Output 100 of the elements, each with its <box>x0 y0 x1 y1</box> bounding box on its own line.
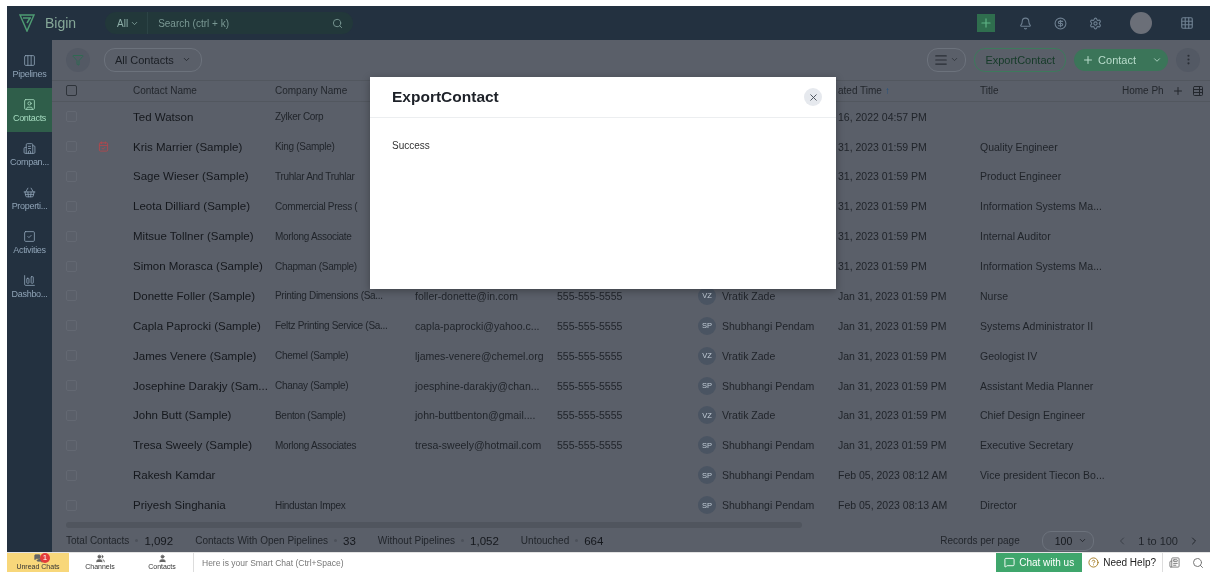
dialog-message: Success <box>392 140 430 151</box>
need-help-button[interactable]: Need Help? <box>1082 553 1163 572</box>
chat-bubbles-icon <box>33 554 43 563</box>
table-cell: Jan 31, 2023 01:59 PM <box>838 409 947 422</box>
contact-name-link[interactable]: James Venere (Sample) <box>133 349 257 362</box>
table-cell: Jan 31, 2023 01:59 PM <box>838 319 947 332</box>
logo-icon <box>19 14 35 32</box>
table-cell: Zylker Corp <box>275 111 324 123</box>
table-cell: ljames-venere@chemel.org <box>415 349 544 362</box>
settings-icon[interactable] <box>1089 16 1102 30</box>
sidebar-item[interactable]: Compan... <box>7 132 52 176</box>
table-cell: Morlong Associates <box>275 439 357 451</box>
select-all-checkbox[interactable] <box>66 85 77 97</box>
search-scope-dropdown[interactable]: All <box>105 12 149 34</box>
coin-icon[interactable] <box>1054 16 1067 30</box>
sidebar-item[interactable]: Activities <box>7 220 52 264</box>
table-cell: Chemel (Sample) <box>275 350 349 362</box>
export-button[interactable]: ExportContact <box>974 47 1067 72</box>
table-cell: john-buttbenton@gmail.... <box>415 409 536 422</box>
checkbox-icon <box>23 229 36 243</box>
sidebar-item[interactable]: Contacts <box>7 88 52 132</box>
contact-card-icon <box>23 97 36 111</box>
column-header[interactable]: Home Ph <box>1122 85 1164 97</box>
table-cell: Jan 31, 2023 01:59 PM <box>838 379 947 392</box>
table-cell: 555-555-5555 <box>557 319 623 332</box>
chat-with-us-button[interactable]: Chat with us <box>996 553 1083 572</box>
person-icon <box>157 554 167 563</box>
table-cell: foller-donette@in.com <box>415 289 518 302</box>
table-cell: Morlong Associate <box>275 230 352 242</box>
table-cell: 555-555-5555 <box>557 409 623 422</box>
table-cell: Jan 31, 2023 01:59 PM <box>838 289 947 302</box>
records-per-page-dropdown[interactable]: 100 <box>1041 530 1095 551</box>
table-cell: Shubhangi Pendam <box>722 379 815 392</box>
avatar[interactable] <box>1130 12 1152 34</box>
column-header[interactable]: Contact Name <box>133 85 197 97</box>
stat-value: 33 <box>343 534 356 547</box>
contact-name-link[interactable]: Donette Foller (Sample) <box>133 289 256 302</box>
calendar-check-icon <box>98 141 109 153</box>
chat-icon <box>1004 557 1016 568</box>
table-cell: 31, 2023 01:59 PM <box>838 170 927 183</box>
group-icon <box>95 554 105 563</box>
table-cell: Chapman (Sample) <box>275 260 357 272</box>
plus-icon <box>1082 53 1095 66</box>
table-cell: Commercial Press ( <box>275 200 358 212</box>
stat-label: Without Pipelines <box>377 535 456 547</box>
table-cell: Internal Auditor <box>980 230 1051 243</box>
close-icon <box>807 91 819 103</box>
sidebar-item[interactable]: Properti... <box>7 176 52 220</box>
table-cell: capla-paprocki@yahoo.c... <box>415 319 540 332</box>
sidebar-item[interactable]: Dashbo... <box>7 264 52 308</box>
bell-icon[interactable] <box>1019 16 1032 30</box>
column-header[interactable]: ated Time <box>838 85 882 97</box>
lines-icon <box>934 52 949 67</box>
contact-name-link[interactable]: Mitsue Tollner (Sample) <box>133 230 254 243</box>
table-settings-icon[interactable] <box>1191 84 1204 97</box>
add-contact-button[interactable]: Contact <box>1074 48 1168 71</box>
search-icon[interactable] <box>332 17 343 29</box>
unread-badge: 1 <box>40 553 50 563</box>
column-header[interactable]: Company Name <box>275 85 348 97</box>
plus-icon[interactable] <box>977 14 995 32</box>
table-cell: Vratik Zade <box>722 289 776 302</box>
table-cell: 555-555-5555 <box>557 349 623 362</box>
add-column-icon[interactable] <box>1171 84 1184 97</box>
table-cell: Information Systems Ma... <box>980 200 1102 213</box>
table-cell: Director <box>980 499 1017 512</box>
table-cell: Vratik Zade <box>722 349 776 362</box>
table-cell: Executive Secretary <box>980 439 1074 452</box>
view-dropdown[interactable]: All Contacts <box>104 47 202 72</box>
records-per-page-label: Records per page <box>940 535 1020 547</box>
stat-label: Total Contacts <box>66 535 130 547</box>
contact-name-link[interactable]: Tresa Sweely (Sample) <box>133 439 253 452</box>
column-header[interactable]: Title <box>980 85 999 97</box>
contact-name-link[interactable]: Rakesh Kamdar <box>133 469 216 482</box>
basket-icon <box>23 185 36 199</box>
contact-name-link[interactable]: Capla Paprocki (Sample) <box>133 319 261 332</box>
table-cell: Nurse <box>980 289 1008 302</box>
contact-name-link[interactable]: Simon Morasca (Sample) <box>133 260 263 273</box>
list-view-dropdown[interactable] <box>927 47 967 72</box>
table-cell: Information Systems Ma... <box>980 260 1102 273</box>
contact-name-link[interactable]: Leota Dilliard (Sample) <box>133 200 250 213</box>
table-cell: Quality Engineer <box>980 140 1058 153</box>
contact-name-link[interactable]: Sage Wieser (Sample) <box>133 170 249 183</box>
more-button[interactable] <box>1176 47 1200 72</box>
filter-button[interactable] <box>66 47 90 72</box>
search-field[interactable]: All Search (ctrl + k) <box>105 12 353 34</box>
stat-label: Untouched <box>520 535 570 547</box>
contact-name-link[interactable]: Ted Watson <box>133 110 194 123</box>
contact-name-link[interactable]: Josephine Darakjy (Sam... <box>133 379 268 392</box>
contact-name-link[interactable]: Kris Marrier (Sample) <box>133 140 243 153</box>
sidebar-item[interactable]: Pipelines <box>7 44 52 88</box>
table-cell: Benton (Sample) <box>275 409 346 421</box>
stat-value: 1,092 <box>144 534 174 547</box>
close-button[interactable] <box>804 88 822 106</box>
app-name: Bigin <box>45 15 78 31</box>
table-cell: Assistant Media Planner <box>980 379 1094 392</box>
contact-name-link[interactable]: Priyesh Singhania <box>133 499 226 512</box>
table-cell: 31, 2023 01:59 PM <box>838 260 927 273</box>
contact-name-link[interactable]: John Butt (Sample) <box>133 409 232 422</box>
table-cell: Shubhangi Pendam <box>722 319 815 332</box>
grid-icon[interactable] <box>1180 16 1194 30</box>
